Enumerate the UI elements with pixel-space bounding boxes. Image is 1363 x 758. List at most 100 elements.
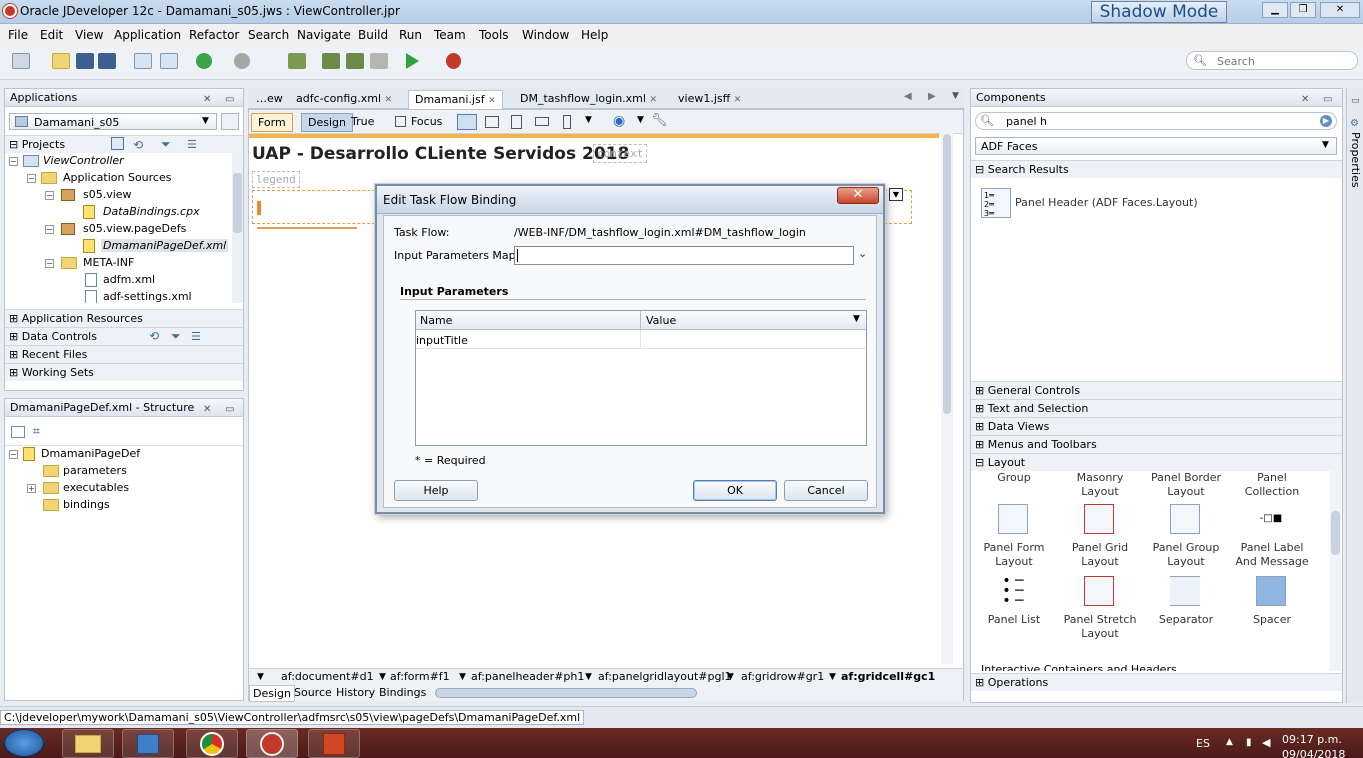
projects-section[interactable]: ⊟ Projects ⟲ ⏷ ☰ bbox=[5, 135, 243, 153]
collapse-icon[interactable]: − bbox=[45, 259, 54, 268]
save-icon[interactable] bbox=[76, 53, 94, 69]
maximize-button[interactable]: ❐ bbox=[1290, 2, 1316, 18]
browser-preview-icon[interactable]: ◉ bbox=[613, 113, 625, 129]
panel-grid-layout-icon[interactable] bbox=[1084, 504, 1114, 534]
tab-close-icon[interactable]: ✕ bbox=[488, 96, 496, 106]
run-icon[interactable] bbox=[406, 53, 419, 69]
tree-adfm-xml[interactable]: adfm.xml bbox=[103, 273, 155, 286]
tab-adfc-config[interactable]: adfc-config.xml ✕ bbox=[290, 90, 398, 109]
column-name[interactable]: Name bbox=[420, 314, 452, 327]
start-button[interactable] bbox=[4, 729, 44, 757]
breadcrumb-gridrow[interactable]: af:gridrow#gr1 bbox=[741, 669, 824, 685]
tab-list-icon[interactable]: ▼ bbox=[952, 91, 959, 101]
minimize-panel-icon[interactable]: ▭ bbox=[1323, 91, 1332, 108]
menu-view[interactable]: View bbox=[75, 28, 103, 42]
panel-form-layout-icon[interactable] bbox=[998, 504, 1028, 534]
form-button[interactable]: Form bbox=[251, 113, 293, 132]
media-player-taskbar-icon[interactable] bbox=[122, 729, 174, 758]
structure-executables[interactable]: executables bbox=[63, 481, 129, 494]
funnel-icon[interactable]: ⏷ bbox=[161, 136, 171, 153]
close-panel-icon[interactable]: ✕ bbox=[203, 91, 211, 108]
menu-file[interactable]: File bbox=[8, 28, 28, 42]
tree-adf-settings-xml[interactable]: adf-settings.xml bbox=[103, 290, 192, 303]
ok-button[interactable]: OK bbox=[693, 480, 777, 501]
application-resources-section[interactable]: ⊞ Application Resources bbox=[5, 309, 243, 327]
tree-scrollbar[interactable] bbox=[232, 153, 243, 303]
tab-dmamani-jsf[interactable]: Dmamani.jsf ✕ bbox=[408, 90, 503, 109]
panel-label-message-icon[interactable]: -□■ bbox=[1256, 504, 1286, 534]
tablet-landscape-icon[interactable] bbox=[485, 116, 499, 128]
layout-scrollbar[interactable] bbox=[1330, 471, 1341, 671]
binoculars-icon[interactable]: ⌗ bbox=[33, 424, 40, 439]
save-all-icon[interactable] bbox=[98, 53, 116, 69]
search-go-icon[interactable]: ▶ bbox=[1320, 115, 1332, 127]
undo-icon[interactable] bbox=[134, 53, 152, 69]
scroll-right-icon[interactable]: ▶ bbox=[928, 91, 936, 102]
global-search-input[interactable] bbox=[1217, 54, 1347, 68]
scroll-left-icon[interactable]: ◀ bbox=[904, 91, 912, 102]
language-indicator[interactable]: ES bbox=[1196, 737, 1210, 750]
volume-icon[interactable]: ◀︎ bbox=[1262, 736, 1270, 749]
menu-window[interactable]: Window bbox=[522, 28, 569, 42]
data-controls-section[interactable]: ⊞ Data Controls ⟲ ⏷ ☰ bbox=[5, 327, 243, 345]
breadcrumb-form[interactable]: af:form#f1 bbox=[390, 669, 450, 685]
tray-arrow-icon[interactable]: ▲ bbox=[1226, 737, 1233, 747]
sort-icon[interactable]: ☰ bbox=[191, 328, 201, 345]
close-panel-icon[interactable]: ✕ bbox=[1301, 91, 1309, 108]
tab-close-icon[interactable]: ✕ bbox=[649, 95, 657, 105]
global-search[interactable]: 🔍︎ bbox=[1186, 51, 1358, 70]
breadcrumb-gridcell[interactable]: af:gridcell#gc1 bbox=[841, 669, 935, 685]
component-search[interactable]: 🔍︎ panel h ▶ bbox=[975, 112, 1337, 130]
recent-files-section[interactable]: ⊞ Recent Files bbox=[5, 345, 243, 363]
collapse-icon[interactable]: − bbox=[27, 174, 36, 183]
legend-facet[interactable]: legend bbox=[252, 171, 300, 188]
collapse-icon[interactable]: − bbox=[45, 191, 54, 200]
component-panel-list[interactable]: Panel List bbox=[971, 613, 1057, 627]
menu-help[interactable]: Help bbox=[581, 28, 608, 42]
component-panel-label-message[interactable]: Panel Label And Message bbox=[1229, 541, 1315, 569]
tab-ellipsis[interactable]: …ew bbox=[250, 90, 289, 109]
column-menu-icon[interactable]: ▼ bbox=[853, 314, 860, 324]
chevron-down-icon[interactable]: ▼ bbox=[585, 115, 592, 125]
debug-icon[interactable] bbox=[446, 53, 461, 69]
structure-parameters[interactable]: parameters bbox=[63, 464, 127, 477]
tree-dmamanipagedef-selected[interactable]: DmamaniPageDef.xml bbox=[101, 239, 229, 252]
minimize-panel-icon[interactable]: ▭ bbox=[225, 401, 234, 418]
tree-s05-view[interactable]: s05.view bbox=[83, 188, 132, 201]
menu-tools[interactable]: Tools bbox=[479, 28, 509, 42]
input-map-field[interactable] bbox=[514, 246, 854, 265]
dialog-close-button[interactable]: ✕ bbox=[837, 187, 879, 204]
menu-build[interactable]: Build bbox=[358, 28, 388, 42]
breadcrumb-panelgridlayout[interactable]: af:panelgridlayout#pgl1 bbox=[598, 669, 732, 685]
collapse-icon[interactable]: − bbox=[9, 450, 18, 459]
phone-landscape-icon[interactable] bbox=[535, 117, 549, 126]
panel-stretch-layout-icon[interactable] bbox=[1084, 576, 1114, 606]
component-masonry-layout[interactable]: Masonry Layout bbox=[1057, 471, 1143, 499]
separator-icon[interactable] bbox=[1170, 576, 1200, 606]
tree-meta-inf[interactable]: META-INF bbox=[83, 256, 134, 269]
open-folder-icon[interactable] bbox=[52, 53, 70, 69]
tab-close-icon[interactable]: ✕ bbox=[734, 95, 742, 105]
tree-databindings[interactable]: DataBindings.cpx bbox=[103, 205, 200, 218]
menu-run[interactable]: Run bbox=[399, 28, 422, 42]
sync-icon[interactable]: ⟲ bbox=[133, 137, 143, 154]
help-button[interactable]: Help bbox=[394, 480, 478, 501]
properties-tab[interactable]: Properties bbox=[1349, 132, 1362, 188]
component-separator[interactable]: Separator bbox=[1143, 613, 1229, 627]
panel-header-icon[interactable]: 1═ 2═ 3═ bbox=[981, 188, 1011, 218]
clock-time[interactable]: 09:17 p.m. bbox=[1282, 733, 1342, 746]
close-window-button[interactable]: ✕ bbox=[1320, 2, 1360, 18]
tree-s05-view-pagedefs[interactable]: s05.view.pageDefs bbox=[83, 222, 186, 235]
breadcrumb-panelheader[interactable]: af:panelheader#ph1 bbox=[471, 669, 584, 685]
panel-list-icon[interactable]: • ─ • ─ • ─ bbox=[998, 574, 1028, 608]
component-panel-border-layout[interactable]: Panel Border Layout bbox=[1143, 471, 1229, 499]
jdeveloper-taskbar-icon[interactable] bbox=[246, 729, 298, 758]
network-icon[interactable]: ▮ bbox=[1246, 737, 1252, 748]
menu-edit[interactable]: Edit bbox=[40, 28, 63, 42]
build-all-icon[interactable] bbox=[346, 53, 364, 69]
menus-toolbars-section[interactable]: ⊞ Menus and Toolbars bbox=[971, 435, 1342, 453]
component-menu-dropdown[interactable]: ▼ bbox=[889, 188, 903, 201]
component-panel-grid-layout[interactable]: Panel Grid Layout bbox=[1057, 541, 1143, 569]
menu-refactor[interactable]: Refactor bbox=[189, 28, 239, 42]
cancel-button[interactable]: Cancel bbox=[784, 480, 868, 501]
